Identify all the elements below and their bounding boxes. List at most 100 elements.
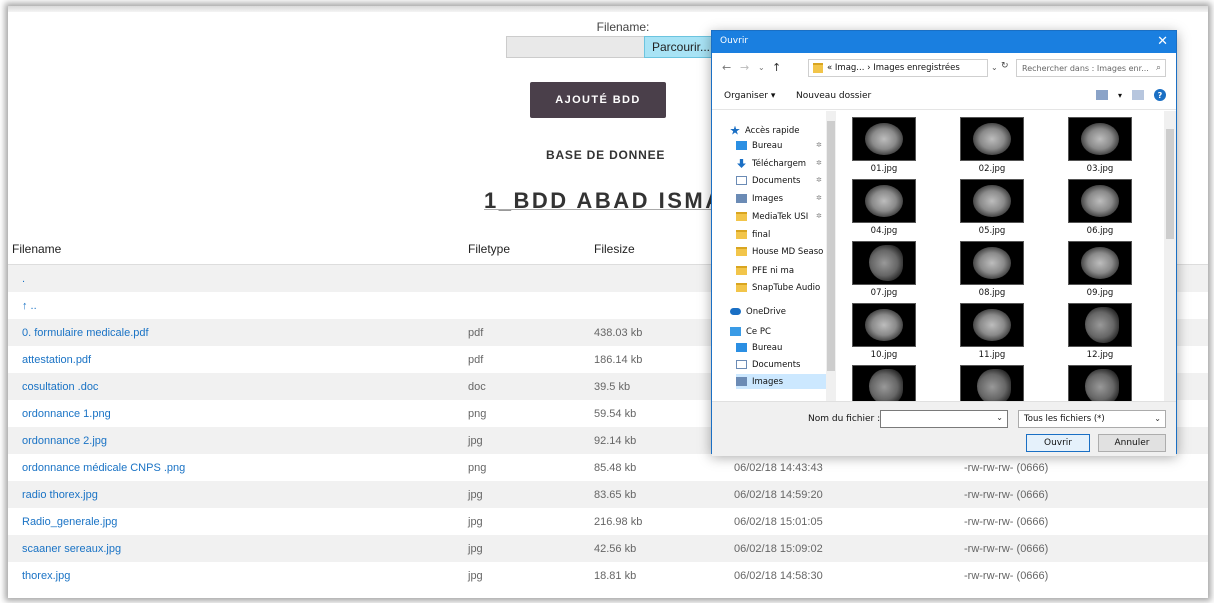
cancel-button[interactable]: Annuler (1098, 434, 1166, 452)
mri-image-thumbnail (1068, 241, 1132, 285)
filetype-select[interactable]: Tous les fichiers (*) ⌄ (1018, 410, 1166, 428)
tree-scrollbar-thumb[interactable] (827, 121, 835, 371)
file-name-link[interactable]: Radio_generale.jpg (12, 516, 117, 528)
tree-item[interactable]: Téléchargem (736, 156, 806, 171)
file-thumbnail[interactable]: 03.jpg (1060, 117, 1140, 174)
file-thumbnail[interactable]: 01.jpg (844, 117, 924, 174)
tree-item[interactable]: House MD Seaso (736, 244, 823, 259)
file-perms-cell: -rw-rw-rw- (0666) (964, 562, 1208, 589)
file-thumbnail[interactable]: 07.jpg (844, 241, 924, 298)
tree-item[interactable]: PFE ni ma (736, 263, 794, 278)
file-type-cell: png (468, 400, 594, 427)
file-name-link[interactable]: attestation.pdf (12, 354, 91, 366)
filename-field[interactable]: ⌄ (880, 410, 1008, 428)
tree-item-label: Images (752, 376, 784, 387)
open-button[interactable]: Ouvrir (1026, 434, 1090, 452)
address-bar[interactable]: « Imag... › Images enregistrées (808, 59, 988, 77)
file-thumbnail[interactable] (1060, 365, 1140, 401)
file-size-cell: 85.48 kb (594, 454, 734, 481)
file-thumbnail[interactable]: 02.jpg (952, 117, 1032, 174)
dialog-titlebar[interactable]: Ouvrir ✕ (712, 31, 1176, 53)
table-row[interactable]: ordonnance médicale CNPS .png png 85.48 kb… (8, 454, 1208, 481)
file-name-link[interactable]: ordonnance 2.jpg (12, 435, 107, 447)
help-icon[interactable]: ? (1154, 89, 1166, 101)
tree-item[interactable]: SnapTube Audio (736, 280, 820, 295)
up-arrow-icon[interactable]: ↑ (772, 61, 781, 74)
file-name-link[interactable]: ordonnance 1.png (12, 408, 111, 420)
view-mode-icon[interactable] (1095, 90, 1108, 100)
file-name-link[interactable]: ordonnance médicale CNPS .png (12, 462, 185, 474)
tree-item[interactable]: Bureau (736, 340, 782, 355)
chevron-down-icon[interactable]: ⌄ (996, 413, 1003, 422)
table-row[interactable]: thorex.jpg jpg 18.81 kb 06/02/18 14:58:30 -r… (8, 562, 1208, 589)
mri-image-thumbnail (1068, 303, 1132, 347)
file-type-cell (468, 292, 594, 319)
document-icon (736, 176, 747, 185)
tree-item[interactable]: Images (736, 374, 826, 389)
browse-button[interactable]: Parcourir... (644, 36, 718, 58)
header-filename[interactable]: Filename (8, 234, 468, 265)
file-thumbnail[interactable]: 08.jpg (952, 241, 1032, 298)
file-input-field[interactable] (506, 36, 646, 58)
file-thumbnail[interactable]: 05.jpg (952, 179, 1032, 236)
file-type: jpg (468, 515, 483, 528)
file-thumbnail[interactable]: 11.jpg (952, 303, 1032, 360)
new-folder-button[interactable]: Nouveau dossier (796, 91, 871, 101)
file-thumbnail-label: 06.jpg (1086, 226, 1114, 236)
file-thumbnail[interactable] (952, 365, 1032, 401)
file-thumbnail-label: 10.jpg (870, 350, 898, 360)
forward-arrow-icon[interactable]: → (740, 61, 749, 74)
file-size: 39.5 kb (594, 380, 631, 393)
header-filetype[interactable]: Filetype (468, 234, 594, 265)
tree-item[interactable]: Images (736, 191, 783, 206)
tree-scrollbar[interactable] (826, 111, 836, 401)
table-row[interactable]: Radio_generale.jpg jpg 216.98 kb 06/02/18 1… (8, 508, 1208, 535)
file-thumbnail-label: 12.jpg (1086, 350, 1114, 360)
close-icon[interactable]: ✕ (1157, 34, 1168, 49)
organize-menu[interactable]: Organiser ▾ (724, 91, 775, 101)
tree-item[interactable]: Ce PC (730, 324, 771, 339)
table-row[interactable]: radio thorex.jpg jpg 83.65 kb 06/02/18 14:5… (8, 481, 1208, 508)
file-thumbnail[interactable]: 10.jpg (844, 303, 924, 360)
file-size-cell: 18.81 kb (594, 562, 734, 589)
tree-item[interactable]: Documents (736, 357, 800, 372)
chevron-down-icon[interactable]: ⌄ (758, 63, 765, 72)
search-input[interactable]: Rechercher dans : Images enr... ⌕ (1016, 59, 1166, 77)
grid-scrollbar[interactable] (1164, 111, 1176, 401)
file-thumbnail[interactable] (844, 365, 924, 401)
file-perms-cell: -rw-rw-rw- (0666) (964, 481, 1208, 508)
file-name-link[interactable]: . (12, 273, 25, 285)
refresh-icon[interactable]: ↻ (1001, 61, 1009, 71)
preview-pane-icon[interactable] (1132, 90, 1144, 100)
address-dropdown-icon[interactable]: ⌄ (991, 63, 998, 72)
file-thumbnail[interactable]: 09.jpg (1060, 241, 1140, 298)
file-name-link[interactable]: 0. formulaire medicale.pdf (12, 327, 149, 339)
file-name-link[interactable]: scaaner sereaux.jpg (12, 543, 121, 555)
mri-image-thumbnail (960, 179, 1024, 223)
file-thumbnail[interactable]: 12.jpg (1060, 303, 1140, 360)
file-size-cell: 42.56 kb (594, 535, 734, 562)
file-thumbnail[interactable]: 04.jpg (844, 179, 924, 236)
file-name-link-cell: ordonnance 2.jpg (8, 427, 468, 454)
back-arrow-icon[interactable]: ← (722, 61, 731, 74)
tree-item[interactable]: OneDrive (730, 304, 786, 319)
table-row[interactable]: scaaner sereaux.jpg jpg 42.56 kb 06/02/18 1… (8, 535, 1208, 562)
file-name-link[interactable]: radio thorex.jpg (12, 489, 98, 501)
file-name-link[interactable]: cosultation .doc (12, 381, 98, 393)
file-name-link[interactable]: ↑ .. (12, 300, 37, 312)
view-dropdown-icon[interactable]: ▾ (1118, 91, 1122, 100)
base-label: BASE DE DONNEE (546, 148, 666, 162)
tree-item[interactable]: MediaTek USI (736, 209, 808, 224)
tree-item[interactable]: final (736, 227, 770, 242)
tree-item[interactable]: Accès rapide (730, 123, 799, 138)
add-bdd-button[interactable]: AJOUTÉ BDD (530, 82, 666, 118)
nav-bar: ← → ⌄ ↑ « Imag... › Images enregistrées … (712, 53, 1176, 83)
grid-scrollbar-thumb[interactable] (1166, 129, 1174, 239)
dialog-toolbar: Organiser ▾ Nouveau dossier ▾ ? (712, 83, 1176, 110)
file-thumbnail[interactable]: 06.jpg (1060, 179, 1140, 236)
file-name-link-cell: thorex.jpg (8, 562, 468, 589)
file-thumbnail-label: 01.jpg (870, 164, 898, 174)
file-name-link[interactable]: thorex.jpg (12, 570, 70, 582)
tree-item[interactable]: Bureau (736, 138, 782, 153)
tree-item[interactable]: Documents (736, 173, 800, 188)
